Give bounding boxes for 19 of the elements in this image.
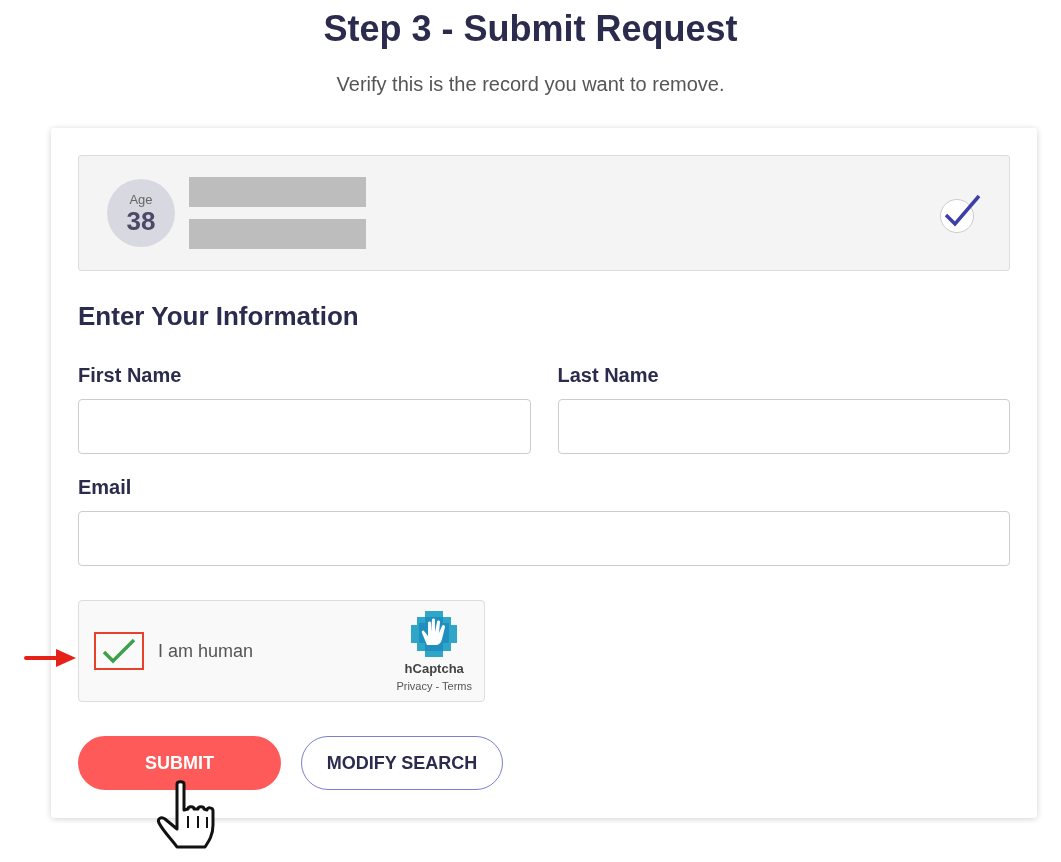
page-title: Step 3 - Submit Request [322,7,739,50]
captcha-checkbox[interactable] [94,632,144,670]
field-label: Email [78,476,132,499]
age-label: Age [129,191,153,207]
age-value: 38 [126,206,156,235]
record-checkbox[interactable] [939,193,981,233]
captcha-links[interactable]: Privacy - Terms [396,679,472,692]
section-heading: Enter Your Information [78,301,360,332]
modify-search-button[interactable]: MODIFY SEARCH [301,736,503,790]
hand-logo-icon [411,610,458,657]
input-field[interactable] [557,399,1010,454]
captcha-brand: hCaptcha [404,660,464,676]
field-label: First Name [78,364,182,387]
input-field[interactable] [78,511,1010,566]
field-label: Last Name [557,364,659,387]
page-subtitle: Verify this is the record you want to remove. [336,72,725,96]
arrow-icon [24,649,76,667]
captcha-label: I am human [158,640,254,662]
input-field[interactable] [78,399,531,454]
